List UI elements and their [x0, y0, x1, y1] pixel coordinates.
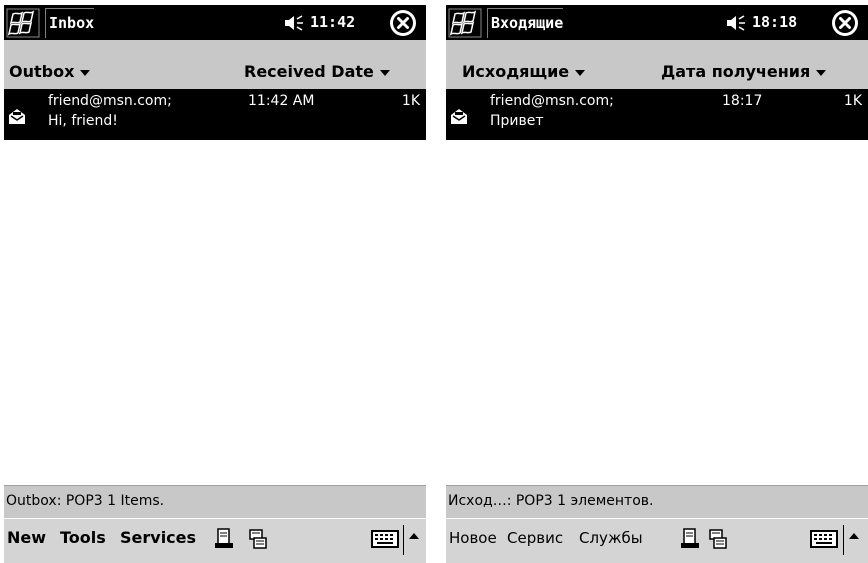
list-item[interactable]: friend@msn.com; Hi, friend! 11:42 AM 1K — [4, 89, 426, 140]
pocket-pc-screen-english: Inbox 11:42 Outbox Received Date friend@… — [4, 0, 426, 563]
message-size: 1K — [843, 93, 862, 109]
clock[interactable]: 11:42 — [310, 9, 355, 36]
menu-bar: New Tools Services — [4, 518, 426, 563]
speaker-icon[interactable] — [283, 14, 305, 32]
chevron-down-icon — [80, 69, 91, 76]
message-list: friend@msn.com; Hi, friend! 11:42 AM 1K — [4, 89, 426, 485]
message-size: 1K — [401, 93, 420, 109]
filter-bar: Исходящие Дата получения — [446, 40, 868, 89]
chevron-down-icon — [575, 69, 586, 76]
message-sender: friend@msn.com; — [48, 93, 172, 109]
speaker-icon[interactable] — [725, 14, 747, 32]
opened-envelope-icon — [451, 109, 467, 124]
menu-tools[interactable]: Tools — [60, 519, 106, 557]
sort-dropdown[interactable]: Дата получения — [661, 40, 827, 89]
title-bar: Inbox 11:42 — [4, 5, 426, 40]
sort-dropdown[interactable]: Received Date — [244, 40, 390, 89]
app-title: Inbox — [49, 14, 95, 32]
app-title-box: Входящие — [487, 8, 564, 38]
menu-new[interactable]: Новое — [449, 519, 497, 557]
close-icon — [833, 11, 857, 35]
keyboard-icon[interactable] — [810, 530, 838, 548]
app-title-box: Inbox — [45, 8, 95, 38]
list-item[interactable]: friend@msn.com; Привет 18:17 1K — [446, 89, 868, 140]
send-receive-icon[interactable] — [214, 528, 234, 550]
pocket-pc-screen-russian: Входящие 18:18 Исходящие Дата получения — [446, 0, 868, 563]
status-bar: Исход…: POP3 1 элементов. — [446, 485, 868, 518]
title-bar: Входящие 18:18 — [446, 5, 868, 40]
status-text: Outbox: POP3 1 Items. — [6, 493, 165, 509]
chevron-down-icon — [816, 69, 827, 76]
clock[interactable]: 18:18 — [752, 9, 797, 36]
folder-dropdown[interactable]: Outbox — [9, 40, 91, 89]
message-list: friend@msn.com; Привет 18:17 1K — [446, 89, 868, 485]
app-title: Входящие — [491, 14, 564, 32]
chevron-up-icon[interactable] — [849, 533, 859, 539]
folder-dropdown-label: Outbox — [9, 62, 75, 81]
close-icon — [391, 11, 415, 35]
folder-list-icon[interactable] — [248, 528, 268, 550]
opened-envelope-icon — [9, 109, 25, 124]
windows-flag-icon[interactable] — [448, 8, 482, 38]
folder-list-icon[interactable] — [708, 528, 728, 550]
message-sender: friend@msn.com; — [490, 93, 614, 109]
windows-flag-icon[interactable] — [6, 8, 40, 38]
folder-dropdown[interactable]: Исходящие — [462, 40, 586, 89]
menu-new[interactable]: New — [7, 519, 46, 557]
status-bar: Outbox: POP3 1 Items. — [4, 485, 426, 518]
chevron-up-icon[interactable] — [409, 533, 419, 539]
sort-dropdown-label: Дата получения — [661, 62, 811, 81]
close-button[interactable] — [832, 10, 858, 36]
menu-services[interactable]: Службы — [579, 519, 643, 557]
send-receive-icon[interactable] — [680, 528, 700, 550]
sip-divider — [403, 525, 404, 555]
filter-bar: Outbox Received Date — [4, 40, 426, 89]
menu-services[interactable]: Services — [120, 519, 196, 557]
sip-divider — [843, 525, 844, 555]
close-button[interactable] — [390, 10, 416, 36]
sort-dropdown-label: Received Date — [244, 62, 374, 81]
chevron-down-icon — [379, 69, 390, 76]
menu-bar: Новое Сервис Службы — [446, 518, 868, 563]
status-text: Исход…: POP3 1 элементов. — [448, 493, 654, 509]
message-subject: Привет — [490, 113, 544, 129]
message-time: 18:17 — [722, 93, 763, 109]
keyboard-icon[interactable] — [371, 530, 399, 548]
folder-dropdown-label: Исходящие — [462, 62, 570, 81]
menu-tools[interactable]: Сервис — [507, 519, 563, 557]
message-subject: Hi, friend! — [48, 113, 118, 129]
message-time: 11:42 AM — [248, 93, 315, 109]
